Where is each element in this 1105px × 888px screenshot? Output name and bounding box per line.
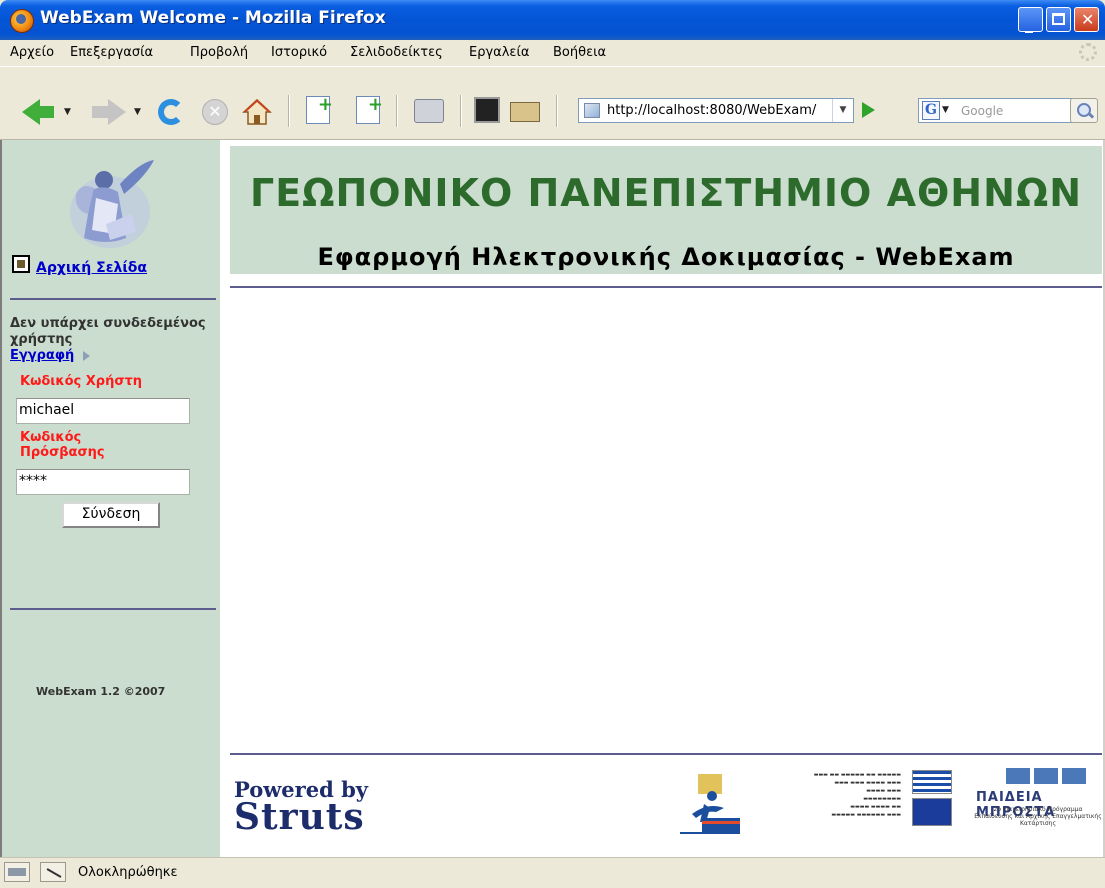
login-button[interactable]: Σύνδεση bbox=[62, 502, 160, 528]
ministry-logo: ▬▬▬ ▬▬ ▬▬▬▬▬ ▬▬ ▬▬▬▬▬ ▬▬▬ ▬▬▬ ▬▬▬▬ ▬▬▬ ▬… bbox=[752, 768, 952, 828]
arrow-right-icon bbox=[83, 351, 90, 361]
search-button[interactable] bbox=[1070, 98, 1098, 123]
menu-history[interactable]: Ιστορικό bbox=[271, 45, 327, 60]
search-engine-dropdown-icon[interactable]: ▼ bbox=[942, 105, 949, 115]
google-icon[interactable]: G bbox=[922, 101, 940, 120]
home-icon[interactable] bbox=[242, 97, 272, 127]
eu-flag-icon bbox=[912, 798, 952, 826]
maximize-button[interactable] bbox=[1046, 7, 1071, 32]
paideia-logo: ΠΑΙΔΕΙΑ ΜΠΡΟΣΤΑ 2ο Επιχειρησιακό Πρόγραμ… bbox=[972, 768, 1104, 830]
stop-icon[interactable]: ✕ bbox=[202, 99, 228, 125]
copyright-text: WebExam 1.2 ©2007 bbox=[36, 685, 166, 698]
address-bar[interactable]: http://localhost:8080/WebExam/ ▼ bbox=[578, 98, 854, 123]
forward-icon[interactable] bbox=[108, 99, 126, 125]
university-title: ΓΕΩΠΟΝΙΚΟ ΠΑΝΕΠΙΣΤΗΜΙΟ ΑΘΗΝΩΝ bbox=[249, 171, 1082, 215]
url-dropdown-icon[interactable]: ▼ bbox=[832, 99, 853, 122]
close-button[interactable]: ✕ bbox=[1074, 7, 1099, 32]
divider bbox=[10, 298, 216, 300]
window-title: WebExam Welcome - Mozilla Firefox bbox=[40, 8, 386, 28]
toolbar-separator bbox=[460, 95, 462, 127]
back-history-dropdown[interactable]: ▼ bbox=[64, 107, 71, 117]
minimize-button[interactable]: _ bbox=[1018, 7, 1043, 32]
username-field[interactable]: michael bbox=[16, 398, 190, 424]
new-window-icon[interactable]: + bbox=[306, 94, 333, 124]
footer-divider bbox=[230, 753, 1102, 755]
print-icon[interactable] bbox=[414, 99, 444, 123]
title-bar[interactable]: WebExam Welcome - Mozilla Firefox _ ✕ bbox=[0, 0, 1105, 40]
firefox-icon bbox=[10, 9, 34, 33]
browser-window: WebExam Welcome - Mozilla Firefox _ ✕ Αρ… bbox=[0, 0, 1105, 888]
new-tab-icon[interactable]: + bbox=[356, 94, 383, 124]
ruler-icon[interactable] bbox=[510, 102, 540, 122]
password-field[interactable]: **** bbox=[16, 469, 190, 495]
username-label: Κωδικός Χρήστη bbox=[20, 374, 143, 389]
reload-icon[interactable] bbox=[158, 99, 184, 125]
olympic-logo bbox=[678, 774, 742, 836]
forward-history-dropdown[interactable]: ▼ bbox=[134, 107, 141, 117]
register-link[interactable]: Εγγραφή bbox=[10, 348, 74, 363]
menu-bookmarks[interactable]: Σελιδοδείκτες bbox=[350, 45, 443, 60]
page-content: Αρχική Σελίδα Δεν υπάρχει συνδεδεμένος χ… bbox=[0, 140, 1105, 857]
toolbar-separator bbox=[288, 95, 290, 127]
statusbar-ruler-icon[interactable] bbox=[4, 862, 30, 882]
home-page-link[interactable]: Αρχική Σελίδα bbox=[36, 260, 147, 276]
status-text: Ολοκληρώθηκε bbox=[78, 865, 178, 880]
no-user-message: Δεν υπάρχει συνδεδεμένος χρήστης bbox=[10, 316, 206, 347]
menu-view[interactable]: Προβολή bbox=[190, 45, 248, 60]
url-text[interactable]: http://localhost:8080/WebExam/ bbox=[607, 103, 816, 118]
app-title: Εφαρμογή Ηλεκτρονικής Δοκιμασίας - WebEx… bbox=[317, 243, 1015, 271]
status-bar: Ολοκληρώθηκε bbox=[0, 857, 1105, 888]
go-icon[interactable] bbox=[862, 102, 875, 118]
statusbar-pen-icon[interactable] bbox=[40, 862, 66, 882]
page-favicon-icon bbox=[584, 103, 600, 118]
navigation-toolbar: ▼ ▼ ✕ + + http://localhost:8080/WebExam/… bbox=[0, 67, 1105, 140]
toolbar-separator bbox=[556, 95, 558, 127]
divider bbox=[10, 608, 216, 610]
search-placeholder[interactable]: Google bbox=[961, 104, 1003, 118]
university-logo bbox=[70, 160, 154, 248]
paideia-subtitle: 2ο Επιχειρησιακό Πρόγραμμα Εκπαίδευσης κ… bbox=[974, 806, 1102, 827]
header-divider bbox=[230, 286, 1102, 288]
menu-file[interactable]: Αρχείο bbox=[10, 45, 54, 60]
menu-help[interactable]: Βοήθεια bbox=[553, 45, 606, 60]
page-header: ΓΕΩΠΟΝΙΚΟ ΠΑΝΕΠΙΣΤΗΜΙΟ ΑΘΗΝΩΝ Εφαρμογή Η… bbox=[230, 146, 1102, 274]
grid-icon[interactable] bbox=[474, 97, 500, 123]
menu-tools[interactable]: Εργαλεία bbox=[469, 45, 529, 60]
menu-edit[interactable]: Επεξεργασία bbox=[70, 45, 153, 60]
forward-icon-tail[interactable] bbox=[92, 106, 108, 118]
sidebar: Αρχική Σελίδα Δεν υπάρχει συνδεδεμένος χ… bbox=[2, 140, 220, 857]
password-label: Κωδικός Πρόσβασης bbox=[20, 430, 105, 460]
greek-flag-icon bbox=[912, 770, 952, 794]
throbber-icon bbox=[1079, 43, 1097, 61]
struts-logo: Struts bbox=[234, 796, 365, 838]
menu-bar: Αρχείο Επεξεργασία Προβολή Ιστορικό Σελι… bbox=[0, 40, 1105, 67]
search-box[interactable]: G ▼ Google bbox=[918, 98, 1090, 123]
toolbar-separator bbox=[396, 95, 398, 127]
back-icon-tail[interactable] bbox=[38, 106, 54, 118]
home-page-icon[interactable] bbox=[12, 255, 30, 273]
